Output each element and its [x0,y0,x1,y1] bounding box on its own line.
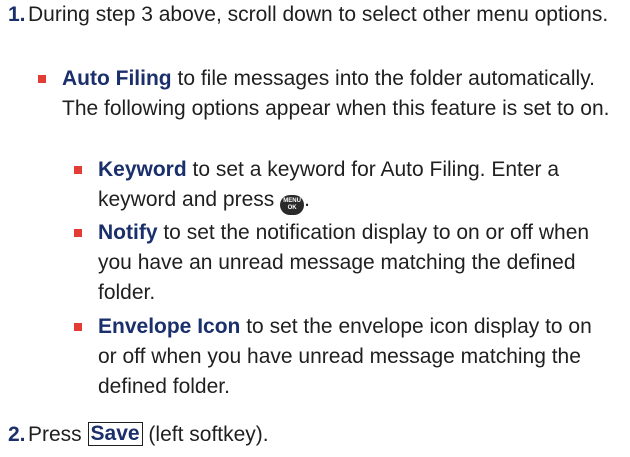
menu-ok-key-icon: MENU OK [280,195,305,215]
step-text-post: (left softkey). [148,423,269,446]
bullet-text: Keyword to set a keyword for Auto Filing… [74,155,600,215]
option-term: Envelope Icon [98,315,241,338]
red-bullet-icon [38,75,46,83]
step-number: 1. [8,3,26,26]
red-bullet-icon [74,229,82,237]
step-text: During step 3 above, scroll down to sele… [28,3,609,26]
bullet-auto-filing: Auto Filing to file messages into the fo… [38,64,618,124]
step-1: 1. During step 3 above, scroll down to s… [8,0,626,30]
sentence-end: . [304,188,310,211]
option-term: Auto Filing [62,67,172,90]
bullet-envelope-icon: Envelope Icon to set the envelope icon d… [74,312,600,402]
option-description: to set the notification display to on or… [98,221,590,304]
bullet-text: Envelope Icon to set the envelope icon d… [74,312,600,402]
bullet-notify: Notify to set the notification display t… [74,218,600,308]
option-term: Notify [98,221,158,244]
save-softkey-label: Save [87,422,143,446]
step-2: 2. Press Save (left softkey). [8,420,626,450]
red-bullet-icon [74,323,82,331]
option-term: Keyword [98,158,187,181]
bullet-text: Notify to set the notification display t… [74,218,600,308]
red-bullet-icon [74,166,82,174]
step-text: Press Save (left softkey). [8,420,626,450]
key-label-line1: MENU [283,198,301,204]
bullet-text: Auto Filing to file messages into the fo… [38,64,618,124]
manual-page: 1. During step 3 above, scroll down to s… [0,0,630,457]
step-number: 2. [8,423,26,446]
step-text-pre: Press [28,423,82,446]
key-label-line2: OK [287,205,297,211]
bullet-keyword: Keyword to set a keyword for Auto Filing… [74,155,600,215]
